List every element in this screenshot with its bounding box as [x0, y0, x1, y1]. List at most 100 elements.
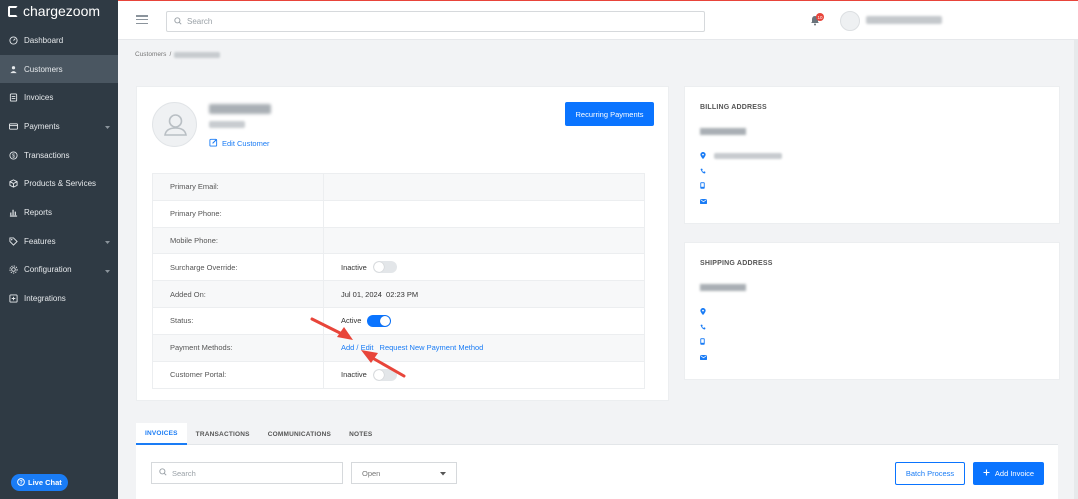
- add-edit-payment-link[interactable]: Add / Edit: [341, 343, 374, 352]
- svg-text:?: ?: [19, 479, 22, 485]
- sidebar-item-label: Products & Services: [24, 179, 97, 189]
- sidebar-item-label: Customers: [24, 64, 63, 74]
- row-customer-portal: Customer Portal: Inactive: [153, 361, 644, 389]
- search-icon: [174, 16, 182, 27]
- users-icon: [9, 65, 18, 74]
- phone-icon: [700, 167, 706, 176]
- billing-address-title: BILLING ADDRESS: [700, 104, 767, 111]
- chevron-down-icon: [105, 238, 110, 247]
- row-added-on: Added On: Jul 01, 2024 02:23 PM: [153, 281, 644, 308]
- tab-invoices[interactable]: INVOICES: [136, 423, 187, 445]
- breadcrumb-current-redacted: [174, 51, 221, 58]
- row-status: Status: Active: [153, 307, 644, 335]
- customer-company-redacted: [209, 121, 245, 128]
- breadcrumb-customers[interactable]: Customers: [135, 51, 166, 58]
- mail-icon: [700, 353, 707, 362]
- sidebar-item-label: Reports: [24, 207, 53, 217]
- invoice-search-input[interactable]: Search: [151, 462, 343, 484]
- sidebar-item-integrations[interactable]: Integrations: [0, 284, 118, 313]
- shipping-name-redacted: [700, 284, 746, 291]
- payment-methods-label: Payment Methods:: [153, 334, 324, 361]
- sidebar-item-label: Invoices: [24, 93, 54, 103]
- invoice-status-value: Open: [362, 468, 381, 478]
- billing-phone-item: [700, 167, 782, 175]
- row-mobile-phone: Mobile Phone:: [153, 227, 644, 255]
- sidebar-item-label: Payments: [24, 121, 60, 131]
- sidebar: chargezoom Dashboard Customers Invoices …: [0, 0, 118, 499]
- sidebar-item-products-services[interactable]: Products & Services: [0, 169, 118, 198]
- bar-chart-icon: [9, 208, 18, 217]
- sidebar-item-dashboard[interactable]: Dashboard: [0, 26, 118, 55]
- status-label: Status:: [153, 307, 324, 334]
- added-on-label: Added On:: [153, 281, 324, 307]
- page-scrollbar[interactable]: [1074, 40, 1078, 499]
- breadcrumb: Customers /: [135, 51, 221, 58]
- sidebar-item-label: Integrations: [24, 294, 66, 304]
- request-payment-method-link[interactable]: Request New Payment Method: [380, 343, 484, 352]
- tab-transactions[interactable]: TRANSACTIONS: [187, 423, 259, 445]
- sidebar-nav: Dashboard Customers Invoices Payments $ …: [0, 26, 118, 313]
- customer-name-redacted: [209, 104, 271, 114]
- customer-portal-status: Inactive: [341, 370, 367, 380]
- billing-address-redacted: [714, 153, 782, 159]
- global-search-input[interactable]: Search: [166, 11, 705, 32]
- sidebar-item-invoices[interactable]: Invoices: [0, 83, 118, 112]
- global-search-placeholder: Search: [187, 17, 213, 26]
- recurring-payments-button[interactable]: Recurring Payments: [565, 102, 654, 126]
- brand-name: chargezoom: [23, 3, 101, 19]
- customer-tabs: INVOICES TRANSACTIONS COMMUNICATIONS NOT…: [136, 423, 1058, 445]
- live-chat-button[interactable]: ? Live Chat: [11, 474, 68, 491]
- notification-badge: 10: [816, 13, 824, 21]
- breadcrumb-separator: /: [169, 51, 172, 58]
- sidebar-item-features[interactable]: Features: [0, 227, 118, 256]
- surcharge-override-toggle[interactable]: [372, 261, 397, 274]
- dollar-icon: $: [9, 151, 18, 160]
- billing-email-item: [700, 197, 782, 205]
- sidebar-item-label: Dashboard: [24, 35, 64, 45]
- add-invoice-label: Add Invoice: [994, 469, 1035, 478]
- shipping-location-item: [700, 307, 707, 317]
- sidebar-item-configuration[interactable]: Configuration: [0, 256, 118, 285]
- add-invoice-button[interactable]: Add Invoice: [973, 462, 1044, 485]
- status-text: Active: [341, 316, 362, 326]
- customer-portal-label: Customer Portal:: [153, 361, 324, 389]
- sidebar-item-transactions[interactable]: $ Transactions: [0, 141, 118, 170]
- shipping-email-item: [700, 353, 707, 361]
- sidebar-item-customers[interactable]: Customers: [0, 54, 118, 84]
- shipping-address-card: SHIPPING ADDRESS: [684, 242, 1060, 380]
- live-chat-label: Live Chat: [28, 478, 62, 487]
- sidebar-item-reports[interactable]: Reports: [0, 198, 118, 227]
- billing-location-item: [700, 151, 782, 160]
- row-primary-phone: Primary Phone:: [153, 200, 644, 228]
- mail-icon: [700, 197, 707, 206]
- customer-portal-value: Inactive: [324, 368, 397, 381]
- payment-methods-value: Add / Edit Request New Payment Method: [324, 343, 483, 352]
- search-icon: [159, 468, 167, 478]
- customer-portal-toggle[interactable]: [372, 368, 397, 381]
- chevron-down-icon: [440, 469, 446, 478]
- batch-process-button[interactable]: Batch Process: [895, 462, 965, 485]
- billing-mobile-item: [700, 181, 782, 190]
- sidebar-item-label: Features: [24, 236, 56, 246]
- tab-notes[interactable]: NOTES: [340, 423, 381, 445]
- help-circle-icon: ?: [17, 477, 25, 488]
- integration-icon: [9, 294, 18, 303]
- edit-customer-link[interactable]: Edit Customer: [209, 138, 270, 149]
- speedometer-icon: [9, 36, 18, 45]
- plus-icon: [983, 469, 990, 478]
- status-toggle[interactable]: [367, 314, 392, 327]
- user-avatar[interactable]: [840, 11, 860, 31]
- user-name-redacted[interactable]: [866, 16, 942, 24]
- tab-communications[interactable]: COMMUNICATIONS: [259, 423, 340, 445]
- customer-details-card: Edit Customer Recurring Payments Primary…: [136, 86, 669, 401]
- menu-toggle-icon[interactable]: [136, 15, 148, 24]
- brand-logo[interactable]: chargezoom: [0, 0, 118, 22]
- primary-phone-label: Primary Phone:: [153, 200, 324, 227]
- map-pin-icon: [700, 307, 706, 317]
- box-icon: [9, 179, 18, 188]
- chevron-down-icon: [105, 123, 110, 132]
- invoice-status-select[interactable]: Open: [351, 462, 457, 484]
- phone-icon: [700, 323, 706, 332]
- billing-address-card: BILLING ADDRESS: [684, 86, 1060, 224]
- sidebar-item-payments[interactable]: Payments: [0, 112, 118, 141]
